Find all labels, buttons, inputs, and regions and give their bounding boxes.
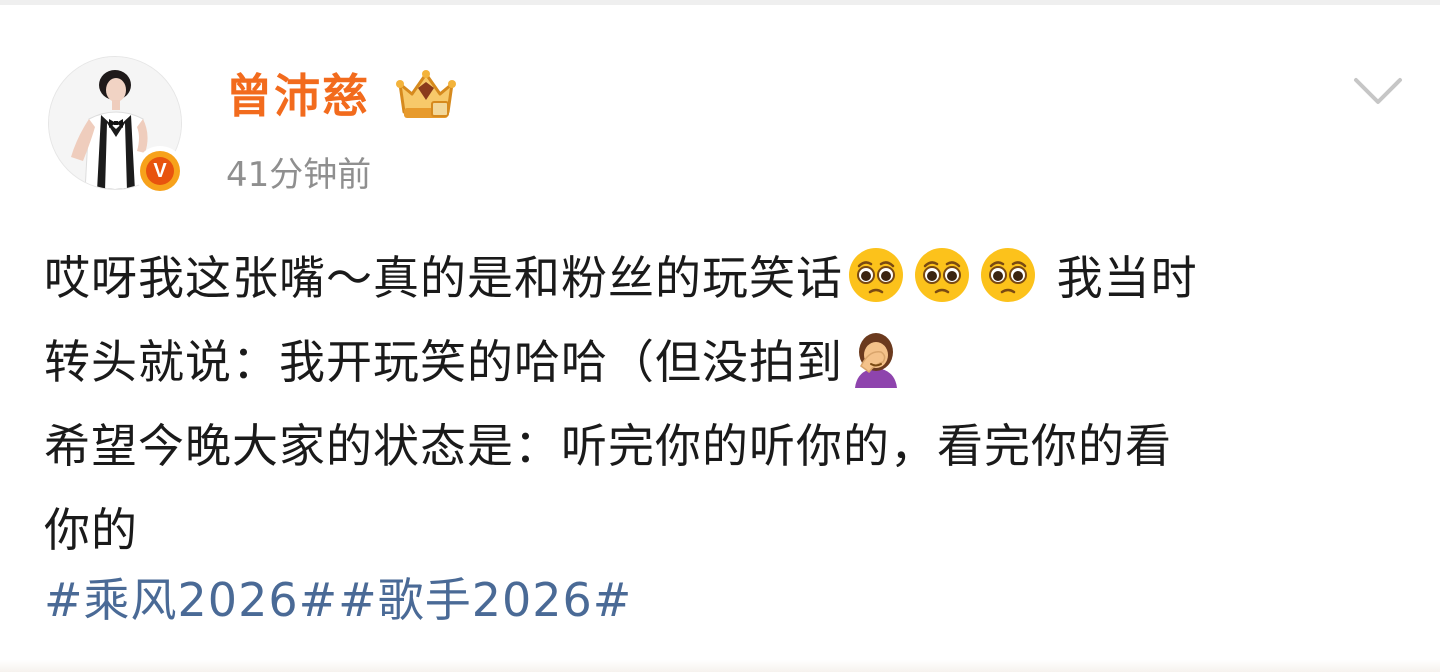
hashtag-link[interactable]: #歌手2026# — [338, 573, 632, 627]
pleading-face-icon — [847, 246, 905, 304]
pleading-face-icon — [913, 246, 971, 304]
hashtag-row: #乘风2026##歌手2026# — [44, 568, 632, 632]
author-name[interactable]: 曾沛慈 — [226, 64, 370, 128]
weibo-post-card: V 曾沛慈 41分钟前 哎呀我这张嘴～真的是和粉丝的玩笑话 我当时 转头就说：我… — [0, 0, 1440, 672]
pleading-face-icon — [979, 246, 1037, 304]
post-text: 哎呀我这张嘴～真的是和粉丝的玩笑话 — [44, 251, 843, 305]
vip-crown-icon[interactable] — [394, 66, 458, 124]
woman-facepalming-icon — [847, 330, 905, 388]
post-body: 哎呀我这张嘴～真的是和粉丝的玩笑话 我当时 转头就说：我开玩笑的哈哈（但没拍到 … — [44, 236, 1404, 572]
post-line-3: 希望今晚大家的状态是：听完你的听你的，看完你的看 — [44, 419, 1172, 473]
post-text: 转头就说：我开玩笑的哈哈（但没拍到 — [44, 335, 843, 389]
post-timestamp: 41分钟前 — [226, 155, 372, 195]
post-text: 我当时 — [1056, 251, 1198, 305]
post-line-4: 你的 — [44, 503, 138, 557]
hashtag-link[interactable]: #乘风2026# — [44, 573, 338, 627]
post-line-2: 转头就说：我开玩笑的哈哈（但没拍到 — [44, 320, 1404, 404]
post-line-1: 哎呀我这张嘴～真的是和粉丝的玩笑话 我当时 — [44, 236, 1404, 320]
chevron-down-icon[interactable] — [1350, 70, 1406, 110]
bottom-divider — [0, 660, 1440, 672]
verified-badge-icon: V — [135, 146, 185, 196]
